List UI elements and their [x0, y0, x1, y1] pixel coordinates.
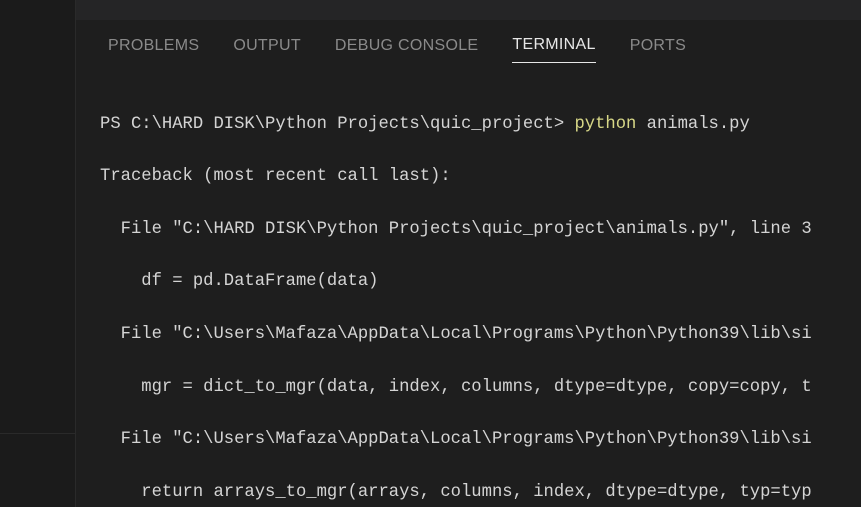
cmd-arg: animals.py — [636, 115, 749, 134]
traceback-line: mgr = dict_to_mgr(data, index, columns, … — [100, 375, 861, 401]
gutter-divider — [0, 433, 75, 434]
panel-tabs: PROBLEMS OUTPUT DEBUG CONSOLE TERMINAL P… — [76, 20, 861, 63]
traceback-line: File "C:\Users\Mafaza\AppData\Local\Prog… — [100, 427, 861, 453]
tab-terminal[interactable]: TERMINAL — [512, 36, 595, 63]
app-root: PROBLEMS OUTPUT DEBUG CONSOLE TERMINAL P… — [0, 0, 861, 507]
terminal-output[interactable]: PS C:\HARD DISK\Python Projects\quic_pro… — [76, 63, 861, 507]
tab-debug-console[interactable]: DEBUG CONSOLE — [335, 37, 479, 63]
tab-problems[interactable]: PROBLEMS — [108, 37, 199, 63]
ps-prompt: PS C:\HARD DISK\Python Projects\quic_pro… — [100, 115, 574, 134]
traceback-line: File "C:\Users\Mafaza\AppData\Local\Prog… — [100, 322, 861, 348]
traceback-header: Traceback (most recent call last): — [100, 164, 861, 190]
traceback-line: df = pd.DataFrame(data) — [100, 269, 861, 295]
tab-output[interactable]: OUTPUT — [233, 37, 301, 63]
traceback-line: File "C:\HARD DISK\Python Projects\quic_… — [100, 217, 861, 243]
editor-topbar — [76, 0, 861, 20]
cmd-python: python — [574, 115, 636, 134]
tab-ports[interactable]: PORTS — [630, 37, 686, 63]
panel-main: PROBLEMS OUTPUT DEBUG CONSOLE TERMINAL P… — [76, 0, 861, 507]
side-gutter — [0, 0, 76, 507]
traceback-line: return arrays_to_mgr(arrays, columns, in… — [100, 480, 861, 506]
gutter-top-block — [0, 0, 75, 38]
terminal-line: PS C:\HARD DISK\Python Projects\quic_pro… — [100, 112, 861, 138]
